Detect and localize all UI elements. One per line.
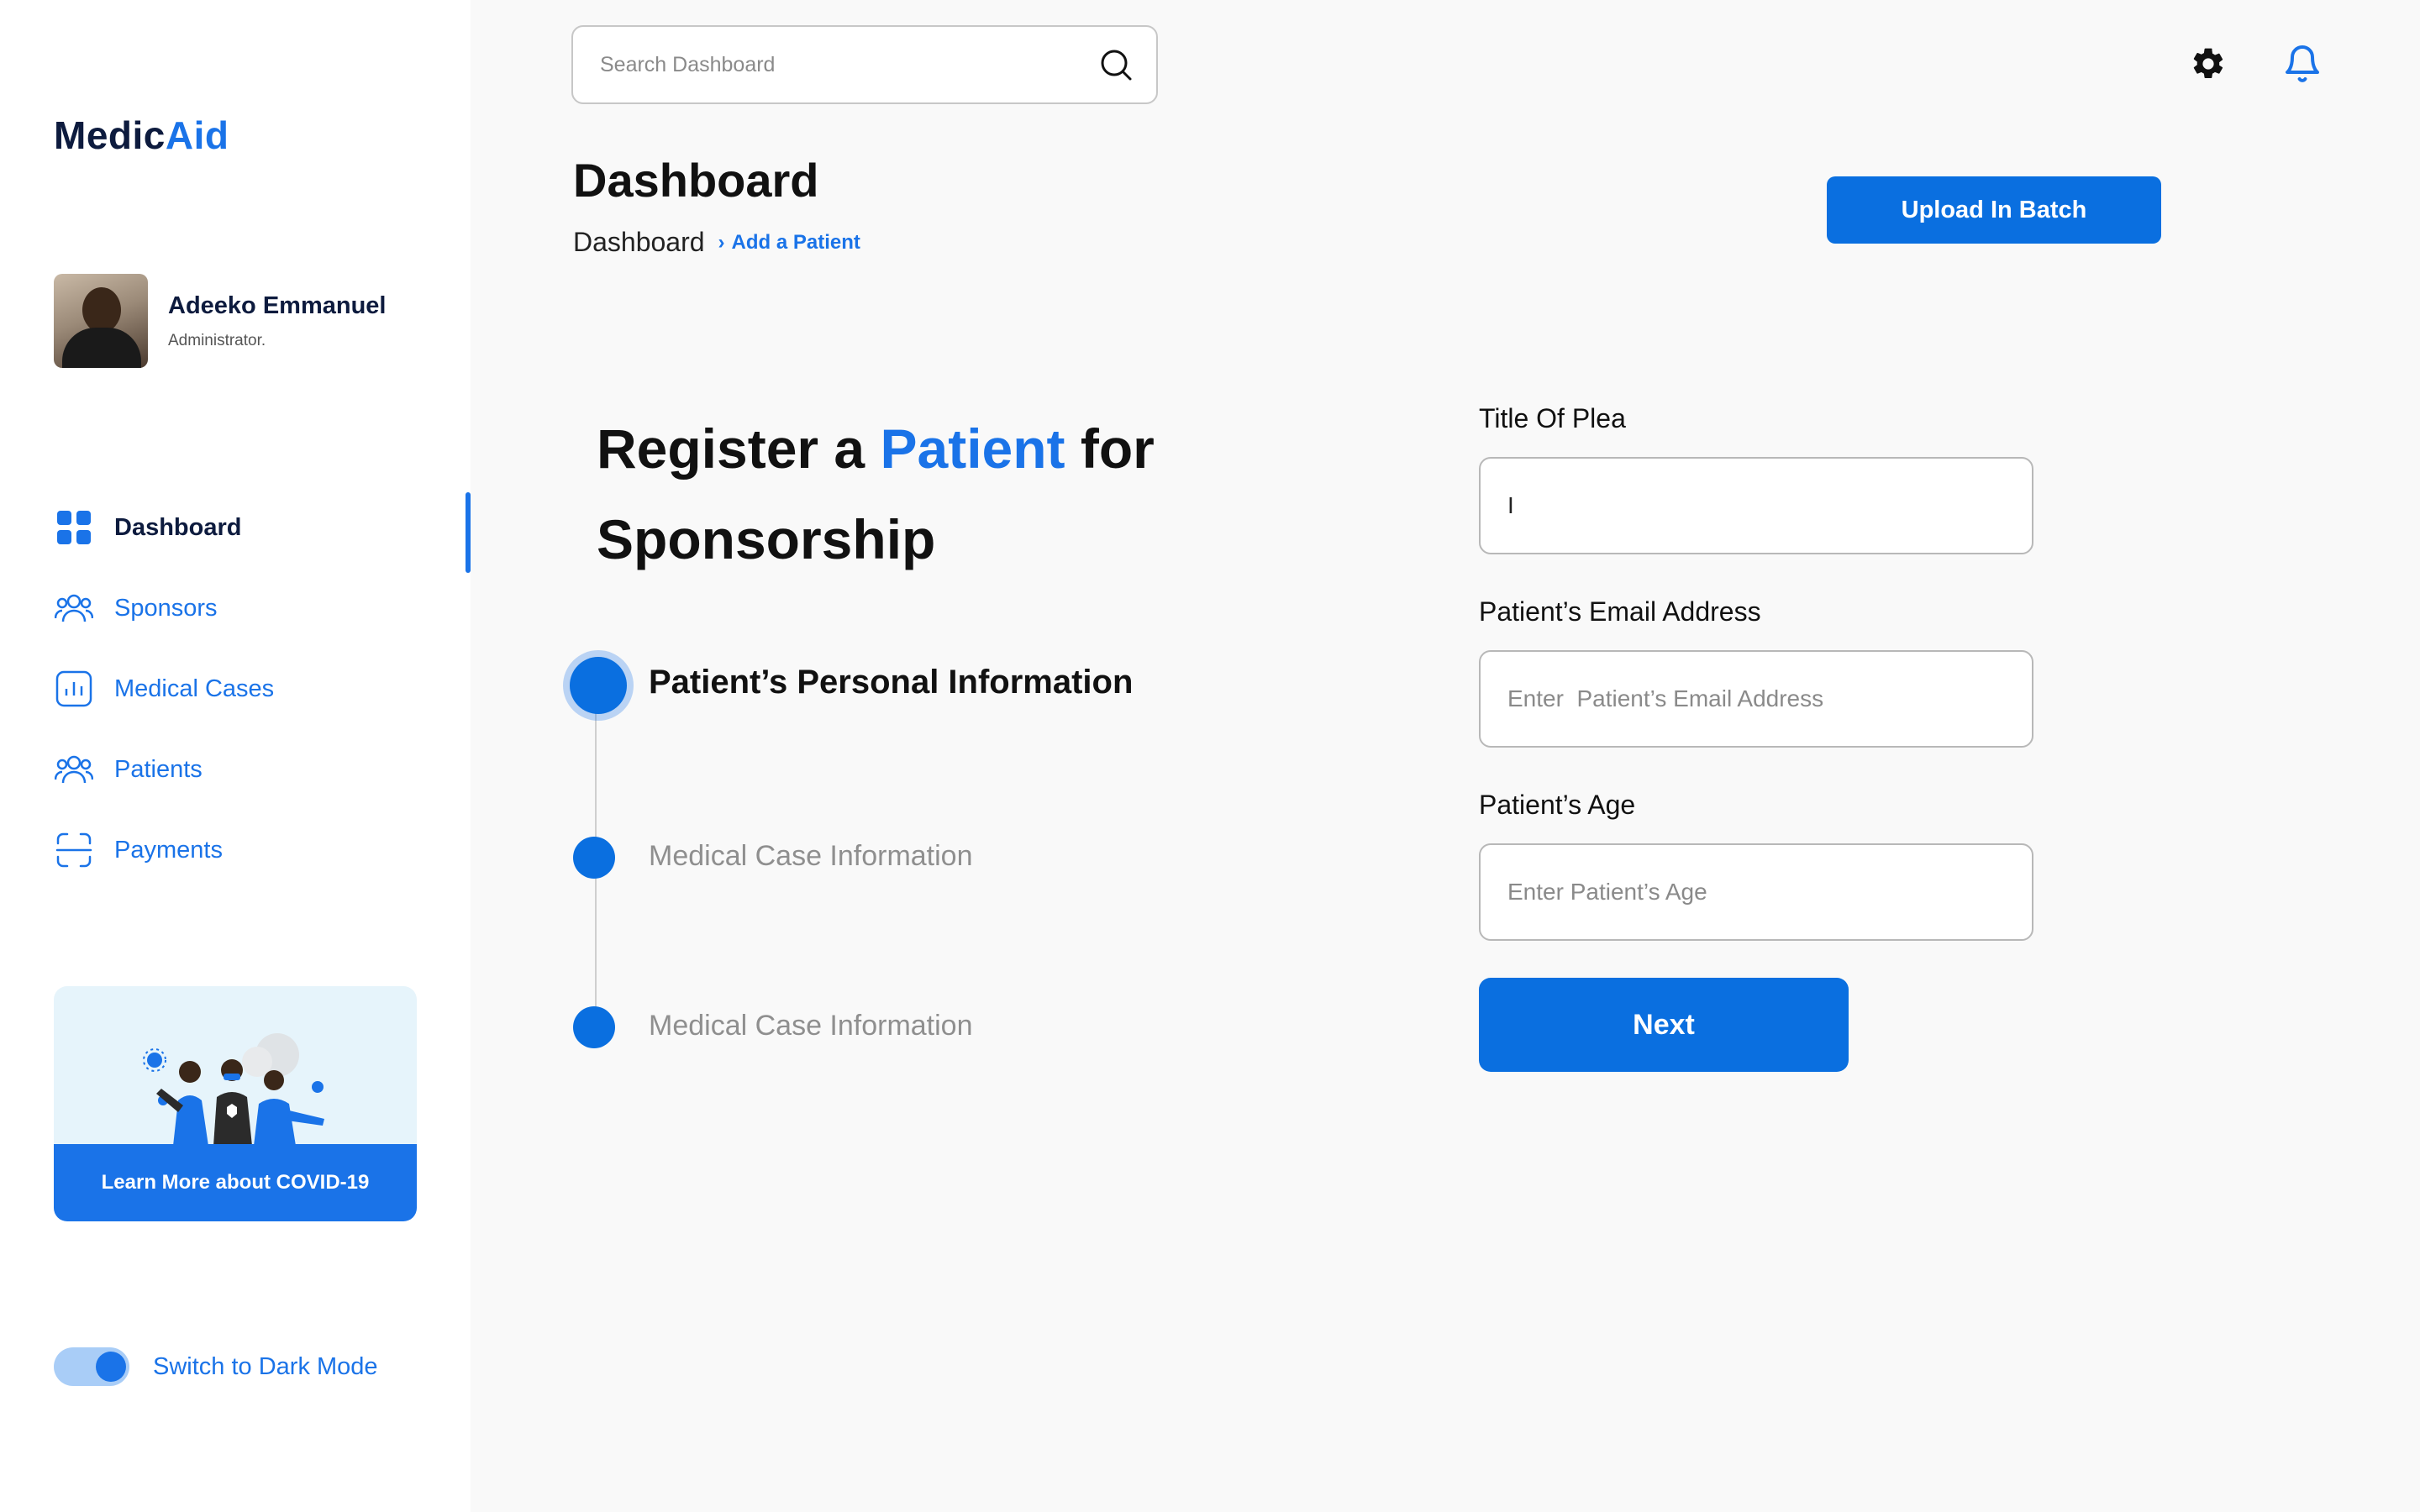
sidebar: MedicAid Adeeko Emmanuel Administrator. … [0,0,471,1512]
users-icon [54,749,94,790]
sidebar-item-payments[interactable]: Payments [54,810,471,890]
breadcrumb: Dashboard › Add a Patient [573,227,860,258]
covid-learn-more-button[interactable]: Learn More about COVID-19 [54,1144,417,1221]
covid-info-card: Learn More about COVID-19 [54,986,417,1221]
logo-text-aid: Aid [165,113,229,157]
user-name: Adeeko Emmanuel [168,291,387,319]
dark-mode-toggle[interactable]: Switch to Dark Mode [54,1347,378,1386]
sidebar-nav: Dashboard Sponsors Medical Cases Patient… [54,487,471,890]
bell-icon[interactable] [2282,42,2323,86]
gear-icon[interactable] [2190,45,2227,82]
upload-in-batch-button[interactable]: Upload In Batch [1827,176,2161,244]
sidebar-item-medical-cases[interactable]: Medical Cases [54,648,471,729]
age-label: Patient’s Age [1479,790,1636,820]
user-role: Administrator. [168,331,266,349]
register-heading: Register a Patient for Sponsorship [597,403,1235,585]
grid-icon [54,507,94,548]
logo-text-medic: Medic [54,113,166,157]
search-input[interactable] [598,51,1099,78]
sidebar-item-label: Payments [114,836,223,864]
dark-mode-label: Switch to Dark Mode [153,1352,378,1380]
sidebar-item-sponsors[interactable]: Sponsors [54,568,471,648]
sidebar-item-patients[interactable]: Patients [54,729,471,810]
step-dot[interactable] [573,837,615,879]
breadcrumb-root[interactable]: Dashboard [573,227,705,258]
search-bar [571,25,1158,104]
step-dot[interactable] [573,1006,615,1048]
search-icon[interactable] [1099,48,1133,81]
heading-part2: for [1065,417,1155,480]
stepper: Patient’s Personal Information Medical C… [565,647,1237,1050]
dark-mode-switch[interactable] [54,1347,129,1386]
chart-icon [54,669,94,709]
title-of-plea-label: Title Of Plea [1479,403,1626,433]
step-dot-active[interactable] [570,657,627,714]
sidebar-item-label: Sponsors [114,594,218,622]
sidebar-item-label: Medical Cases [114,675,275,702]
next-button[interactable]: Next [1479,978,1849,1072]
sidebar-item-dashboard[interactable]: Dashboard [54,487,471,573]
covid-illustration [143,1033,324,1146]
age-field[interactable] [1479,843,2033,941]
email-label: Patient’s Email Address [1479,596,1761,627]
step-label-medical-case[interactable]: Medical Case Information [649,840,973,873]
step-label-medical-case[interactable]: Medical Case Information [649,1010,973,1042]
title-of-plea-input[interactable] [1479,457,2033,554]
page-title: Dashboard [573,154,819,207]
heading-line2: Sponsorship [597,508,936,570]
user-profile[interactable]: Adeeko Emmanuel Administrator. [54,274,386,368]
app-logo[interactable]: MedicAid [54,113,229,158]
sidebar-item-label: Dashboard [114,513,242,541]
chevron-right-icon: › [718,230,725,254]
avatar [54,274,148,368]
breadcrumb-current[interactable]: Add a Patient [732,231,860,255]
heading-accent: Patient [880,417,1065,480]
users-icon [54,588,94,628]
patient-form: Title Of Plea Patient’s Email Address Pa… [1479,403,2033,983]
email-field[interactable] [1479,650,2033,748]
step-label-personal-info[interactable]: Patient’s Personal Information [649,664,1133,701]
heading-part1: Register a [597,417,881,480]
sidebar-item-label: Patients [114,755,203,783]
scan-icon [54,830,94,870]
